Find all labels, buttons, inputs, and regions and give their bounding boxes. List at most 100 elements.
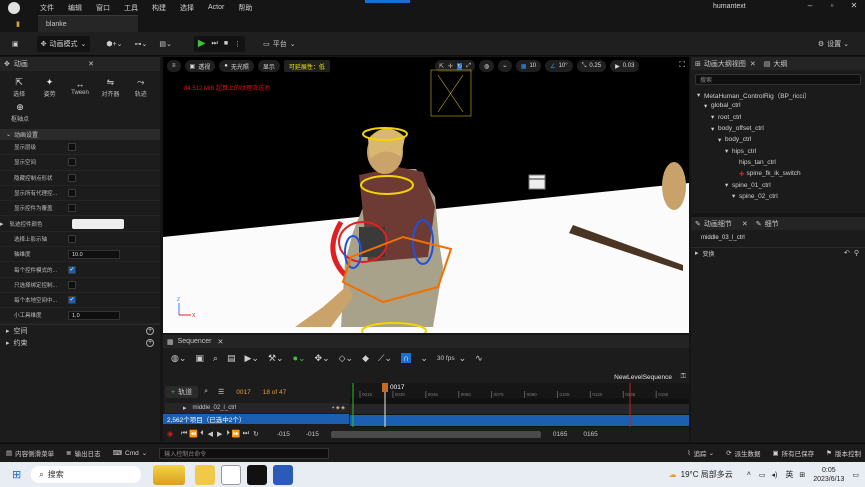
tool-tween[interactable]: ↔ Tween	[67, 79, 93, 96]
chevron-down-icon[interactable]: ▾	[704, 102, 711, 110]
property-checkbox[interactable]	[68, 280, 76, 289]
save-icon[interactable]: ▣	[195, 353, 204, 364]
playback-icon[interactable]: ●⌄	[293, 353, 306, 364]
chevron-down-icon[interactable]: ▾	[725, 147, 732, 155]
filter-icon[interactable]: ☰	[218, 388, 224, 396]
unreal-app-icon[interactable]	[247, 464, 268, 485]
tree-item[interactable]: ▾ body_ctrl	[697, 134, 865, 145]
menu-build[interactable]: 构建	[152, 3, 166, 13]
curve-editor-icon[interactable]: ∿	[475, 353, 483, 364]
close-icon[interactable]: ✕	[742, 220, 748, 228]
sequencer-title[interactable]: Sequencer	[178, 338, 212, 345]
working-range-end[interactable]: 0165	[553, 431, 567, 438]
tree-item[interactable]: ▾ hips_ctrl	[697, 145, 865, 156]
property-checkbox[interactable]	[68, 158, 76, 167]
tab-level[interactable]: blanke	[38, 15, 138, 32]
working-range-start[interactable]: -015	[306, 431, 319, 438]
lock-icon[interactable]: ⚲	[854, 249, 859, 257]
close-icon[interactable]: ✕	[750, 60, 756, 68]
view-range-start[interactable]: -015	[277, 431, 290, 438]
group-space[interactable]: ▸ 空间 +	[0, 323, 160, 337]
search-icon[interactable]: ⌕	[204, 388, 208, 396]
close-icon[interactable]: ✕	[217, 338, 223, 346]
chevron-down-icon[interactable]: ▾	[725, 181, 732, 189]
tool-pose[interactable]: ✦ 姿势	[37, 77, 63, 98]
ime-indicator[interactable]: 英	[785, 469, 793, 480]
unreal-logo-icon[interactable]	[8, 1, 20, 14]
tray-chevron-icon[interactable]: ˄	[747, 471, 751, 478]
tree-item[interactable]: ▾ spine_01_ctrl	[697, 179, 865, 190]
flowers-widget-icon[interactable]	[153, 464, 186, 485]
property-number-input[interactable]: 1.0	[68, 310, 120, 320]
content-drawer-button[interactable]: ▤ 内容侧滑菜单	[6, 448, 54, 458]
jump-end-icon[interactable]: ⏭	[243, 430, 249, 438]
cinematics-button[interactable]: ▤ ⌄	[155, 36, 176, 52]
chevron-down-icon[interactable]: ▾	[718, 136, 725, 144]
search-input[interactable]: 搜索	[700, 75, 712, 84]
property-checkbox[interactable]: ✓	[68, 296, 76, 305]
derived-data-button[interactable]: ⟳ 派生数据	[726, 448, 760, 458]
stop-icon[interactable]: ■	[224, 40, 228, 47]
settings-button[interactable]: ⚙ 设置 ⌄	[814, 36, 853, 52]
add-icon[interactable]: +	[146, 339, 154, 348]
input-mode-icon[interactable]: ⊞	[799, 471, 805, 479]
key-behavior-icon[interactable]: ✥⌄	[315, 353, 330, 364]
clock[interactable]: 0:05 2023/6/13	[813, 466, 844, 484]
next-frame-icon[interactable]: ⏵	[226, 430, 230, 438]
weather-widget[interactable]: ☁ 19°C 局部多云	[669, 469, 733, 480]
play-icon[interactable]: ▶	[217, 430, 222, 438]
level-viewport[interactable]: ≡ ▣ 透视 ● 无光照 显示 可延展性：低 ⇱ ✛ ↻ ⤢ ◍ ⌁ ▦ 10 ∠ 10…	[163, 57, 689, 333]
tree-item[interactable]: ✚ spine_fk_ik_switch	[697, 168, 865, 179]
property-checkbox[interactable]	[68, 173, 76, 182]
menu-file[interactable]: 文件	[40, 3, 54, 13]
current-frame-input[interactable]: 0017	[236, 389, 250, 396]
property-checkbox[interactable]	[68, 234, 76, 243]
taskbar-search[interactable]: ⌕ 搜索	[31, 466, 142, 483]
render-icon[interactable]: ▤	[227, 353, 236, 364]
find-icon[interactable]: ⌕	[213, 353, 218, 364]
platform-button[interactable]: ▭ 平台 ⌄	[259, 36, 300, 52]
menu-actor[interactable]: Actor	[208, 4, 224, 11]
lock-icon[interactable]: ⚿	[681, 373, 686, 381]
output-log-button[interactable]: ≣ 输出日志	[66, 448, 100, 458]
tree-item[interactable]: ▾ MetaHuman_ControlRig（BP_ricci）	[697, 89, 865, 100]
menu-edit[interactable]: 编辑	[68, 3, 82, 13]
loop-icon[interactable]: ↻	[253, 430, 259, 438]
close-icon[interactable]: ✕	[88, 60, 94, 68]
tool-mirror[interactable]: ⇋ 对齐器	[97, 77, 123, 98]
maximize-icon[interactable]: ▫	[821, 1, 843, 10]
word-app-icon[interactable]	[273, 464, 294, 485]
tool-trail[interactable]: ⤳ 轨迹	[128, 77, 154, 98]
close-icon[interactable]: ✕	[843, 1, 865, 10]
auto-key-icon[interactable]: ◆	[362, 353, 369, 364]
tools-icon[interactable]: ⚒⌄	[268, 353, 284, 364]
view-range-end[interactable]: 0165	[583, 431, 597, 438]
network-icon[interactable]: ▭	[759, 471, 766, 479]
play-options-icon[interactable]: ⏭	[212, 40, 218, 48]
section-transform[interactable]: ▸ 变换 ↶ ⚲	[691, 247, 865, 258]
menu-tools[interactable]: 工具	[124, 3, 138, 13]
chevron-down-icon[interactable]: ▾	[711, 113, 718, 121]
blueprint-button[interactable]: ⊶ ⌄	[130, 36, 151, 52]
tree-item[interactable]: ▾ spine_02_ctrl	[697, 191, 865, 202]
play-reverse-icon[interactable]: ◀	[208, 430, 213, 438]
chevron-down-icon[interactable]: ▾	[711, 125, 718, 133]
source-control-button[interactable]: ⚑ 版本控制	[826, 448, 861, 458]
group-constraints[interactable]: ▸ 约束 +	[0, 337, 160, 350]
prev-frame-icon[interactable]: ⏴	[200, 430, 204, 438]
mode-selector[interactable]: ✥ 动画模式 ⌄	[36, 35, 91, 52]
property-checkbox[interactable]	[68, 143, 76, 152]
console-input[interactable]: 输入控制台命令	[159, 447, 330, 459]
property-color-swatch[interactable]	[71, 218, 124, 229]
tree-item[interactable]: hips_tan_ctrl	[697, 157, 865, 168]
play-icon[interactable]: ▶	[198, 38, 206, 49]
track-row[interactable]: ▸ middle_02_l_ctrl + ◈ ◈	[165, 403, 349, 413]
property-number-input[interactable]: 10.0	[68, 249, 120, 259]
world-icon[interactable]: ◍⌄	[171, 353, 186, 364]
snap-options-icon[interactable]: ⌄	[420, 353, 428, 364]
menu-window[interactable]: 窗口	[96, 3, 110, 13]
property-checkbox[interactable]: ✓	[68, 265, 76, 274]
menu-select[interactable]: 选择	[180, 3, 194, 13]
jump-start-icon[interactable]: ⏮	[181, 430, 187, 438]
record-icon[interactable]: ◉	[167, 430, 173, 438]
